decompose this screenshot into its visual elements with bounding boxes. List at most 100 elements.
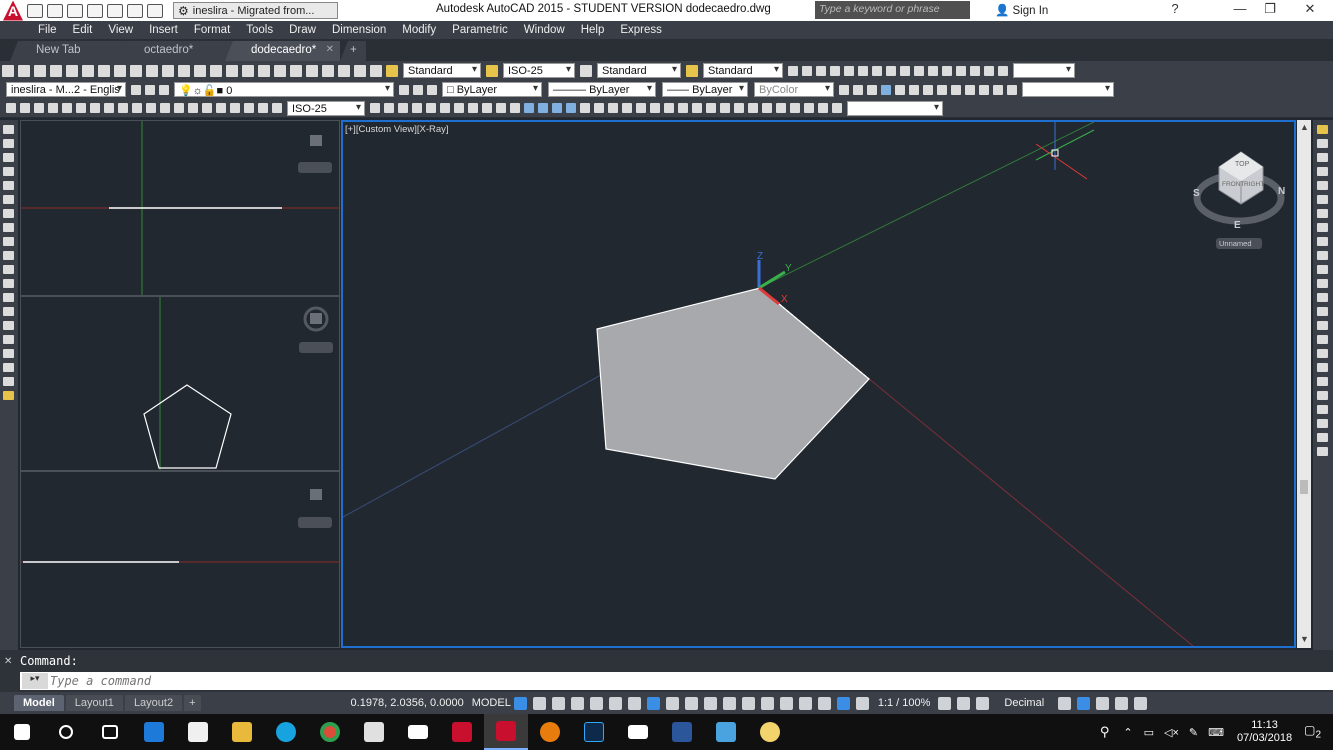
cut-icon[interactable] [98,64,110,77]
mini-viewcube-icon[interactable] [310,313,322,324]
dim-aligned-icon[interactable] [20,103,30,113]
tool-icon[interactable] [762,103,772,113]
tool-icon[interactable] [1317,419,1328,428]
markup-icon[interactable] [338,64,350,77]
array-icon[interactable] [1317,181,1328,190]
autocad-app-icon[interactable]: A [3,0,23,21]
revolve-icon[interactable] [496,103,506,113]
vertical-scrollbar[interactable]: ▲ ▼ [1297,120,1311,648]
save-icon[interactable] [67,3,83,18]
extend-icon[interactable] [1317,265,1328,274]
tool-icon[interactable] [802,65,812,76]
menu-dimension[interactable]: Dimension [324,24,394,36]
extrude-icon[interactable] [482,103,492,113]
tool-icon[interactable] [776,103,786,113]
dynamic-input-icon[interactable] [570,696,584,710]
rotate-icon[interactable] [1317,209,1328,218]
tool-icon[interactable] [984,65,994,76]
redo-icon[interactable] [194,64,206,77]
dim-continue-icon[interactable] [146,103,156,113]
close-command-icon[interactable]: ✕ [4,656,12,667]
scroll-thumb[interactable] [1300,480,1308,494]
compass-e-label[interactable]: E [1234,220,1241,231]
wedge-icon[interactable] [398,103,408,113]
arc-icon[interactable] [3,195,14,204]
tool-icon[interactable] [706,103,716,113]
tool-icon[interactable] [909,84,919,95]
view-select[interactable] [1022,82,1114,97]
tolerance-icon[interactable] [188,103,198,113]
tool-icon[interactable] [951,84,961,95]
tool-icon[interactable] [608,103,618,113]
mini-ucs-badge[interactable] [298,162,332,173]
minimize-button[interactable]: — [1225,1,1255,19]
open-file-icon[interactable] [47,3,63,18]
movie-maker-icon[interactable] [704,714,748,750]
new-file-icon[interactable] [27,3,43,18]
menu-file[interactable]: File [30,24,65,36]
zoom-window-icon[interactable] [242,64,254,77]
lock-ui-icon[interactable] [1058,696,1072,710]
break-icon[interactable] [1317,279,1328,288]
pan-icon[interactable] [210,64,222,77]
intersect-icon[interactable] [566,103,576,113]
tool-icon[interactable] [1317,363,1328,372]
zoom-realtime-icon[interactable] [226,64,238,77]
tool-icon[interactable] [886,65,896,76]
tool-icon[interactable] [1317,405,1328,414]
close-button[interactable]: ✕ [1295,1,1325,19]
help-search-input[interactable]: Type a keyword or phrase [815,1,970,19]
polyline-icon[interactable] [3,153,14,162]
union-icon[interactable] [538,103,548,113]
tool-icon[interactable] [1317,377,1328,386]
sheet-set-icon[interactable] [322,64,334,77]
dim-break-icon[interactable] [174,103,184,113]
move-icon[interactable] [1317,195,1328,204]
help-icon[interactable] [370,64,382,77]
publish-icon[interactable] [82,64,94,77]
add-selected-icon[interactable] [3,391,14,400]
mini-ucs-badge[interactable] [299,342,333,353]
color-select[interactable]: □ ByLayer [442,82,542,97]
grid-icon[interactable] [513,696,527,710]
coordinates-readout[interactable]: 0.1978, 2.0356, 0.0000 [351,697,464,709]
store-icon[interactable] [176,714,220,750]
autocad-active-taskbar-icon[interactable] [484,714,528,750]
ortho-icon[interactable] [589,696,603,710]
workspace-select[interactable]: ineslira - M...2 - Englis [6,82,126,97]
render-icon[interactable] [881,84,891,95]
compass-s-label[interactable]: S [1193,188,1200,199]
calculator-icon[interactable] [354,64,366,77]
tool-icon[interactable] [844,65,854,76]
rectangle-icon[interactable] [3,181,14,190]
subtract-icon[interactable] [552,103,562,113]
viewport-top[interactable] [20,120,340,296]
help-icon[interactable]: ? [1160,1,1190,19]
tab-layout1[interactable]: Layout1 [65,695,123,711]
tool-icon[interactable] [993,84,1003,95]
plotstyle-select[interactable]: ByColor [754,82,834,97]
tab-model[interactable]: Model [14,695,64,711]
match-icon[interactable] [146,64,158,77]
auto-scale-icon[interactable] [836,696,850,710]
tool-icon[interactable] [895,84,905,95]
dim-radius-icon[interactable] [62,103,72,113]
people-icon[interactable]: ⚲ [1100,724,1110,740]
print-icon[interactable] [107,3,123,18]
annotation-scale-icon[interactable] [855,696,869,710]
layer-select[interactable]: 💡☼🔓■ 0 [174,82,394,97]
selection-filter-icon[interactable] [779,696,793,710]
tool-icon[interactable] [900,65,910,76]
ellipse-arc-icon[interactable] [3,265,14,274]
region-icon[interactable] [3,349,14,358]
viewport-controls-label[interactable]: [+][Custom View][X-Ray] [345,124,449,135]
customization-icon[interactable] [1134,696,1148,710]
clean-screen-icon[interactable] [1115,696,1129,710]
file-explorer-icon[interactable] [220,714,264,750]
loft-icon[interactable] [524,103,534,113]
linetype-select[interactable]: ——— ByLayer [548,82,656,97]
pentagon-face[interactable] [596,287,870,480]
object-snap-icon[interactable] [665,696,679,710]
volume-icon[interactable]: ◁× [1164,726,1179,739]
word-icon[interactable] [660,714,704,750]
